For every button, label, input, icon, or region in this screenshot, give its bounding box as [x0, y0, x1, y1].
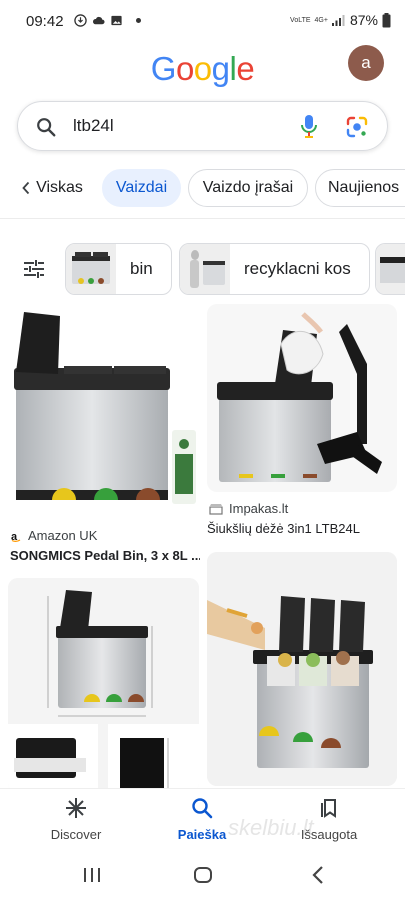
related-search-chips: bin recyklacni kos: [0, 243, 405, 295]
trash-bin-image: [8, 304, 199, 518]
chevron-left-icon: [22, 181, 30, 195]
tab-viskas[interactable]: Viskas: [16, 169, 88, 207]
logo-letter: G: [150, 50, 177, 87]
result-source-1[interactable]: a Amazon UK: [10, 528, 97, 543]
tab-label: Vaizdo įrašai: [202, 179, 294, 196]
cloud-icon: [92, 16, 105, 25]
status-bar: 09:42 VoLTE 4G+ 87%: [0, 0, 405, 44]
chip-thumbnail: [376, 244, 405, 294]
account-avatar[interactable]: a: [348, 45, 384, 81]
logo-letter: o: [193, 50, 212, 87]
chip-recyklacni-kos[interactable]: recyklacni kos: [179, 243, 370, 295]
gallery-icon: [111, 15, 122, 26]
chip-label: recyklacni kos: [244, 259, 351, 278]
result-image-3[interactable]: [8, 578, 199, 793]
chip-thumbnail: [66, 244, 116, 294]
divider: [0, 218, 405, 219]
trash-bin-dimensions-image: [8, 578, 199, 793]
back-icon[interactable]: [309, 864, 329, 886]
chip-more[interactable]: [375, 243, 405, 295]
source-label: Amazon UK: [28, 528, 98, 543]
volte-indicator: VoLTE: [290, 16, 311, 24]
result-title-1[interactable]: SONGMICS Pedal Bin, 3 x 8L ...: [10, 548, 200, 563]
home-icon[interactable]: [193, 864, 213, 886]
watermark: skelbiu.lt: [228, 815, 314, 840]
logo-letter: o: [175, 50, 194, 87]
result-image-4[interactable]: [207, 552, 397, 786]
svg-text:a: a: [11, 531, 18, 542]
tab-vaizdo-irasai[interactable]: Vaizdo įrašai: [188, 169, 308, 207]
chip-bin[interactable]: bin: [65, 243, 172, 295]
nav-discover[interactable]: Discover: [26, 797, 126, 842]
search-icon: [192, 798, 213, 819]
more-notifications-dot: [136, 18, 141, 23]
microphone-icon[interactable]: [299, 114, 319, 140]
source-label: Impakas.lt: [229, 501, 289, 516]
status-notification-icons: [74, 14, 141, 27]
search-query[interactable]: ltb24l: [73, 116, 114, 136]
battery-percent: 87%: [349, 12, 378, 28]
search-icon: [37, 118, 56, 137]
status-time: 09:42: [26, 13, 64, 30]
nav-label: Discover: [50, 827, 102, 842]
chip-thumbnail: [180, 244, 230, 294]
result-image-1[interactable]: [8, 304, 199, 518]
chip-label: bin: [130, 259, 153, 278]
avatar-letter: a: [361, 53, 371, 72]
recent-apps-icon[interactable]: [82, 864, 102, 886]
system-navigation-bar: [0, 852, 405, 900]
result-source-2[interactable]: Impakas.lt: [209, 501, 288, 516]
asterisk-icon: [66, 798, 86, 818]
result-image-2[interactable]: [207, 304, 397, 492]
search-box[interactable]: ltb24l: [17, 101, 388, 151]
tab-naujienos[interactable]: Naujienos: [315, 169, 405, 207]
logo-letter: e: [236, 50, 255, 87]
logo-letter: g: [211, 50, 230, 87]
signal-icon: [331, 15, 345, 26]
tab-label: Vaizdai: [115, 179, 168, 196]
download-status-icon: [74, 14, 87, 27]
network-indicator: 4G+: [314, 16, 328, 24]
tab-label: Viskas: [36, 179, 83, 196]
trash-bin-kitchen-image: [207, 552, 397, 786]
status-system-icons: VoLTE 4G+ 87%: [290, 12, 391, 28]
filter-icon[interactable]: [22, 257, 46, 281]
result-title-2[interactable]: Šiukšlių dėžė 3in1 LTB24L: [207, 521, 397, 536]
tab-vaizdai[interactable]: Vaizdai: [102, 169, 181, 207]
search-tabs: Viskas Vaizdai Vaizdo įrašai Naujienos: [0, 169, 405, 209]
google-lens-icon[interactable]: [345, 115, 369, 139]
amazon-icon: a: [11, 531, 21, 542]
store-icon: [209, 503, 223, 515]
bottom-navigation: Discover Paieška Išsaugota: [0, 788, 405, 852]
bookmark-icon: [321, 799, 336, 818]
trash-bin-image: [207, 304, 397, 492]
tab-label: Naujienos: [328, 179, 400, 196]
google-logo: Google: [0, 50, 405, 88]
battery-icon: [382, 12, 391, 27]
